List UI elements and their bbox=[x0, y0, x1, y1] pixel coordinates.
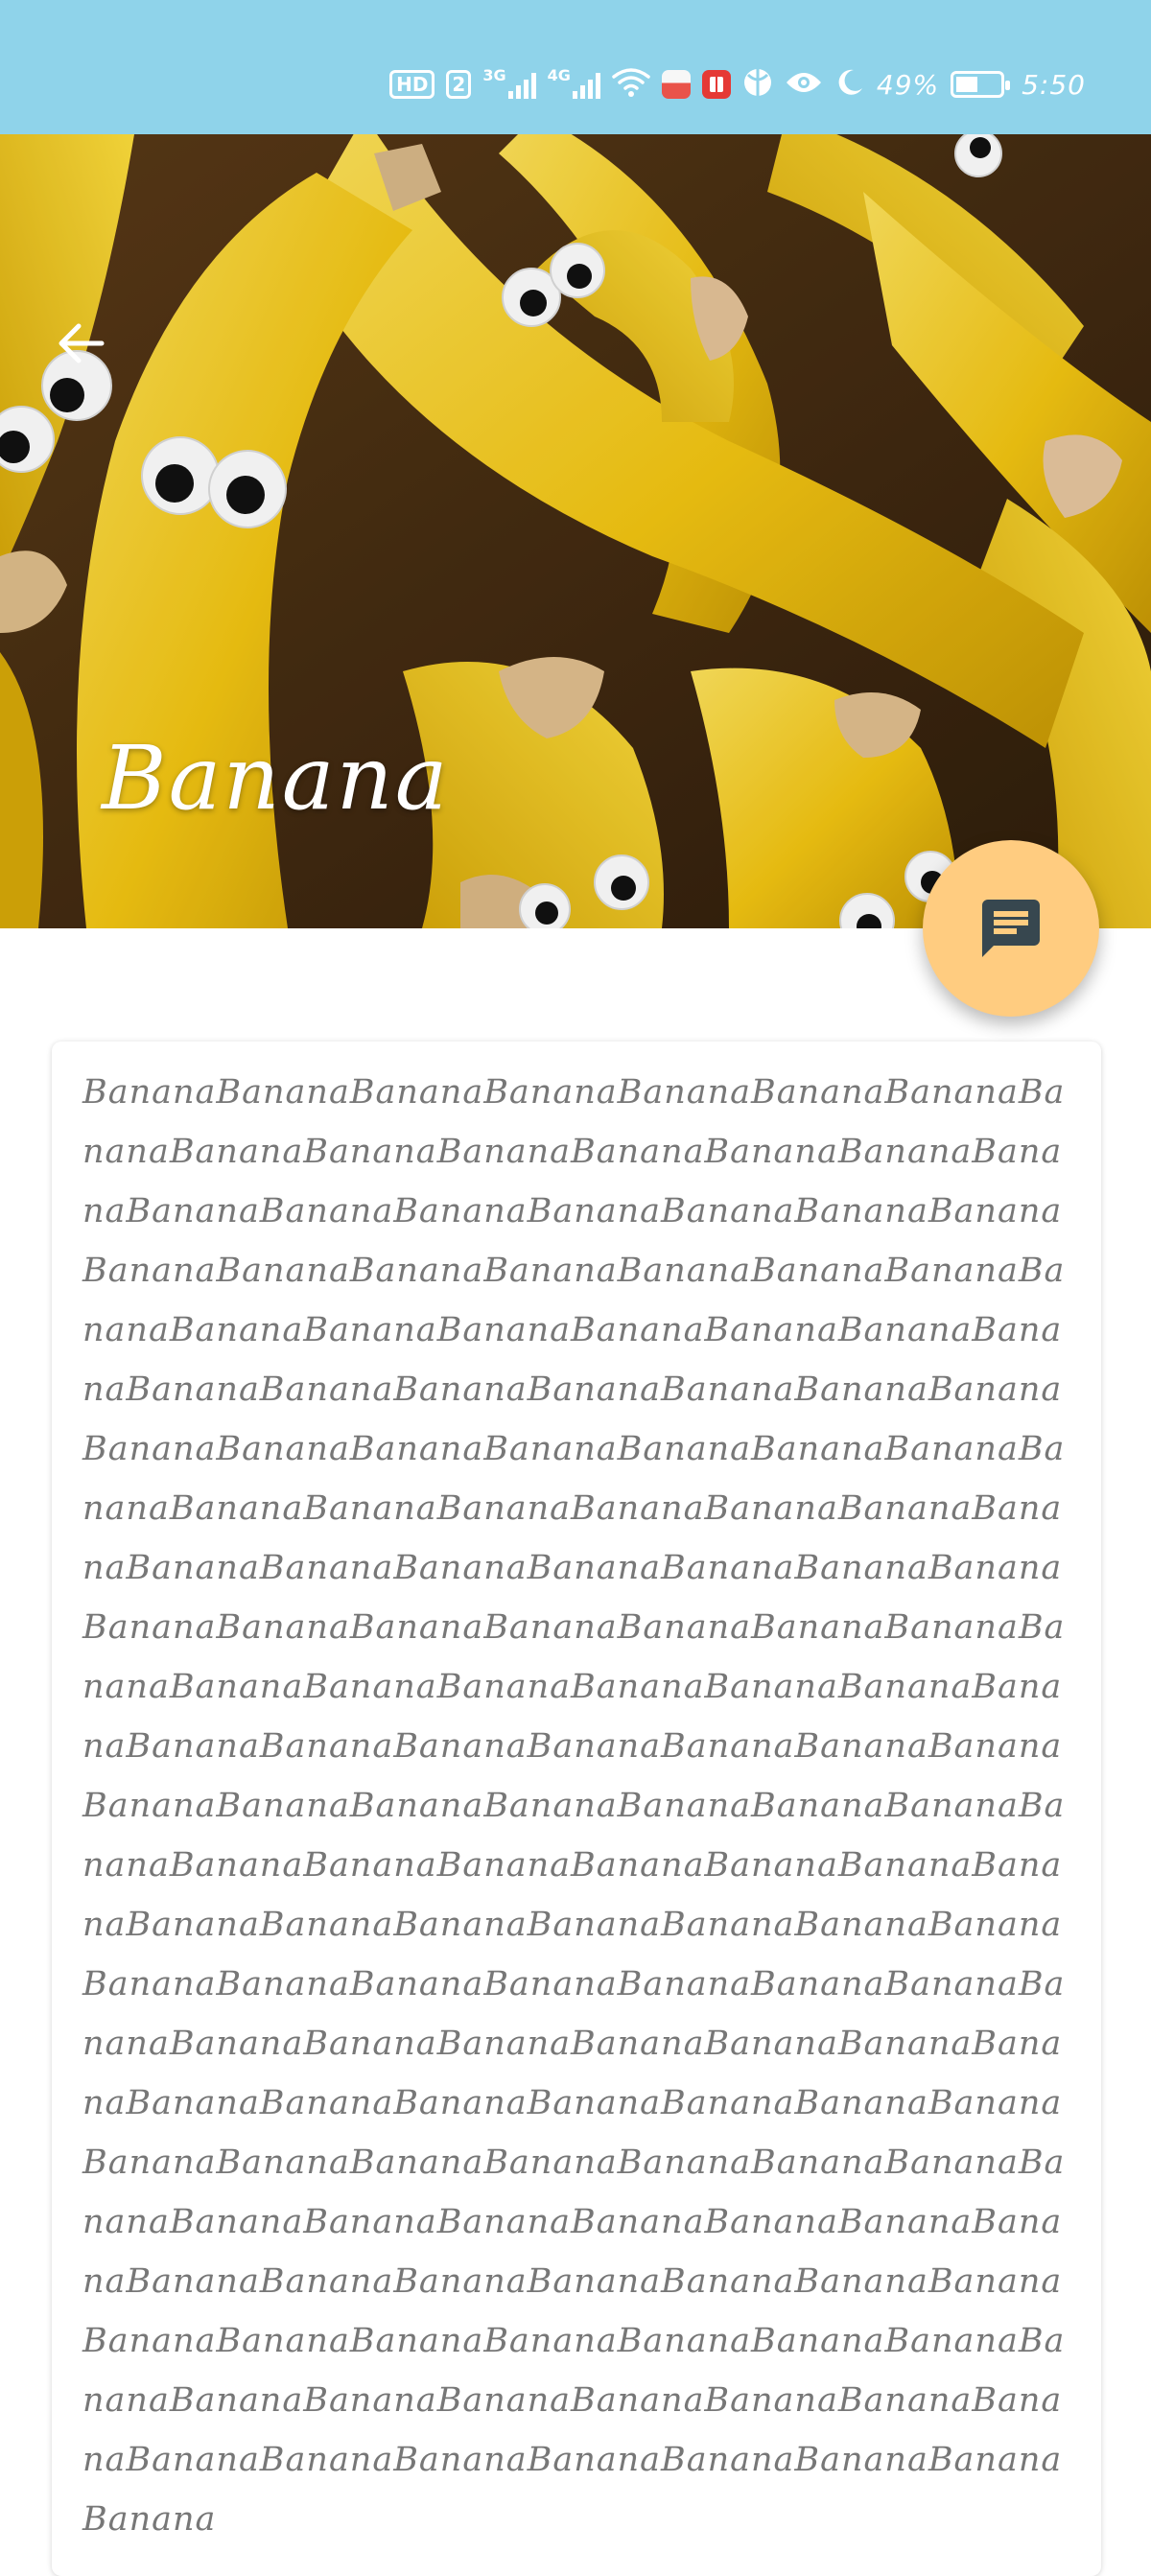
clock: 5:50 bbox=[1022, 68, 1086, 101]
page-title: Banana bbox=[102, 727, 450, 830]
network-4g-label: 4G bbox=[547, 65, 571, 84]
arrow-back-icon bbox=[59, 323, 105, 363]
body-text: BananaBananaBananaBananaBananaBananaBana… bbox=[82, 1073, 1066, 2539]
app-notification-icon bbox=[661, 70, 691, 99]
eye-icon bbox=[785, 69, 823, 100]
hero-banner: Banana bbox=[0, 134, 1151, 928]
signal-4g-icon bbox=[572, 70, 600, 99]
signal-3g-icon bbox=[507, 70, 536, 99]
back-button[interactable] bbox=[54, 316, 123, 386]
status-bar: HD 2 3G 4G 49% 5:50 bbox=[0, 0, 1151, 134]
chat-fab-button[interactable] bbox=[923, 840, 1099, 1017]
hd-icon: HD bbox=[389, 70, 435, 99]
chat-message-icon bbox=[982, 900, 1040, 957]
sim-indicator: 2 bbox=[446, 70, 472, 99]
moon-icon bbox=[834, 67, 865, 102]
content-card: BananaBananaBananaBananaBananaBananaBana… bbox=[52, 1042, 1101, 2576]
book-notification-icon bbox=[701, 70, 731, 99]
hd-label: HD bbox=[396, 73, 429, 96]
status-icons: HD 2 3G 4G 49% 5:50 bbox=[389, 59, 1086, 109]
battery-level-fill bbox=[956, 77, 978, 92]
ball-notification-icon bbox=[742, 67, 773, 102]
battery-icon bbox=[951, 71, 1011, 98]
network-3g-label: 3G bbox=[482, 65, 506, 84]
battery-percent: 49% bbox=[876, 68, 940, 101]
wifi-icon bbox=[612, 67, 650, 102]
